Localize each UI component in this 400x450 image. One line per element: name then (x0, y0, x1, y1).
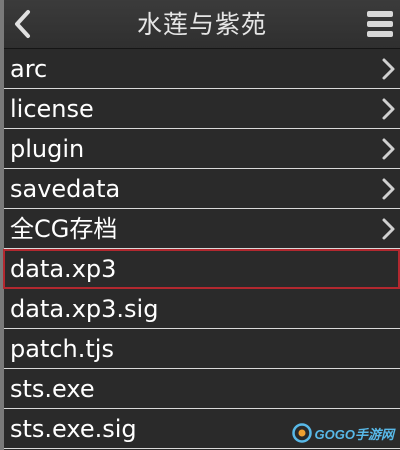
chevron-right-icon (382, 138, 395, 160)
folder-row[interactable]: 全CG存档 (4, 209, 400, 249)
chevron-right-icon (382, 58, 395, 80)
file-name: sts.exe (10, 375, 95, 403)
file-list: arc license plugin savedata 全CG存档 data.xp3 dat… (3, 49, 400, 449)
chevron-right-icon (382, 98, 395, 120)
file-row[interactable]: data.xp3 (3, 249, 400, 289)
folder-name: 全CG存档 (10, 215, 118, 243)
file-name: patch.tjs (10, 335, 114, 363)
gogo-logo-icon (291, 423, 312, 443)
file-name: sts.exe.sig (10, 415, 137, 443)
folder-row[interactable]: arc (4, 49, 400, 89)
chevron-right-icon (382, 178, 395, 200)
menu-button[interactable] (366, 10, 394, 38)
watermark: GOGO手游网 (291, 422, 394, 444)
chevron-right-icon (382, 218, 395, 240)
file-name: data.xp3.sig (10, 295, 159, 323)
file-row[interactable]: sts.exe (4, 369, 400, 409)
folder-row[interactable]: savedata (4, 169, 400, 209)
file-row[interactable]: patch.tjs (4, 329, 400, 369)
watermark-text: GOGO手游网 (314, 426, 394, 442)
file-name: data.xp3 (10, 255, 117, 283)
file-browser-screen: 水莲与紫苑 arc license plugin savedata 全CG存档 data.… (0, 0, 400, 450)
header-bar: 水莲与紫苑 (4, 0, 400, 49)
folder-name: arc (10, 55, 48, 83)
file-row[interactable]: data.xp3.sig (4, 289, 400, 329)
folder-row[interactable]: plugin (4, 129, 400, 169)
folder-name: plugin (10, 135, 85, 163)
folder-name: license (10, 95, 94, 123)
folder-row[interactable]: license (4, 89, 400, 129)
hamburger-menu-icon (367, 11, 393, 37)
page-title: 水莲与紫苑 (136, 10, 267, 39)
folder-name: savedata (10, 175, 121, 203)
